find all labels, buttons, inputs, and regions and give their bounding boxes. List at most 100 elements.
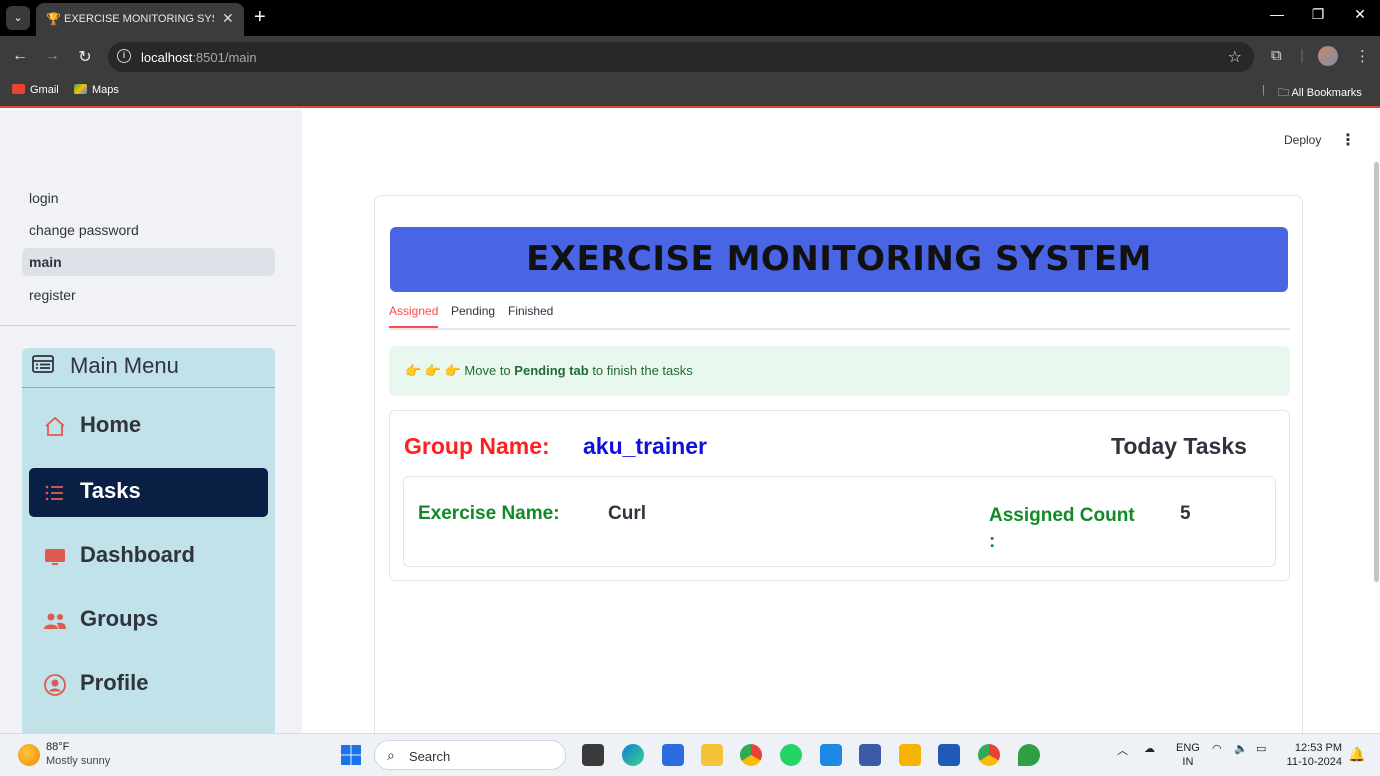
- scrollbar[interactable]: [1374, 162, 1379, 582]
- sidebar-page-main[interactable]: main: [22, 248, 275, 276]
- back-icon[interactable]: ←: [10, 47, 30, 65]
- onedrive-icon[interactable]: ☁: [1144, 742, 1155, 755]
- url-input[interactable]: i localhost:8501/main ☆: [108, 42, 1254, 72]
- menu-item-label: Home: [80, 412, 142, 437]
- monitor-icon: [45, 549, 65, 565]
- title-banner: EXERCISE MONITORING SYSTEM: [390, 227, 1288, 292]
- chrome-icon[interactable]: [740, 744, 762, 766]
- site-info-icon[interactable]: i: [117, 49, 131, 63]
- sidebar-page-change-password[interactable]: change password: [22, 216, 275, 244]
- edge-browser-icon[interactable]: [622, 744, 644, 766]
- os-taskbar: 88°F Mostly sunny ⌕ Search ︿ ☁ ENG IN ◠ …: [0, 733, 1380, 776]
- notification-bell-icon[interactable]: 🔔: [1348, 746, 1365, 763]
- new-tab-icon[interactable]: +: [254, 6, 266, 28]
- taskbar-search-input[interactable]: ⌕ Search: [374, 740, 566, 770]
- language-indicator[interactable]: ENG IN: [1176, 741, 1200, 769]
- notice-bold: Pending tab: [514, 363, 589, 378]
- profile-avatar[interactable]: [1318, 46, 1338, 66]
- tab-pending[interactable]: Pending: [451, 304, 495, 326]
- notice-suffix: to finish the tasks: [592, 363, 693, 378]
- clock-time: 12:53 PM: [1294, 742, 1342, 754]
- menu-item-profile[interactable]: Profile: [29, 660, 268, 709]
- bookmarks-divider: |: [1262, 84, 1265, 96]
- bookmark-gmail[interactable]: Gmail: [12, 84, 59, 96]
- forward-icon[interactable]: →: [42, 47, 62, 65]
- close-window-icon[interactable]: ✕: [1345, 6, 1375, 23]
- user-circle-icon: [44, 674, 66, 696]
- favicon-icon: 🏆: [46, 12, 61, 26]
- lang-code: ENG: [1176, 742, 1200, 754]
- volume-icon[interactable]: 🔈: [1234, 742, 1248, 755]
- people-icon: [44, 613, 66, 629]
- all-bookmarks[interactable]: 🗀 All Bookmarks: [1278, 84, 1362, 103]
- battery-icon[interactable]: ▭: [1256, 742, 1266, 755]
- tab-finished[interactable]: Finished: [508, 304, 553, 326]
- weather-condition: Mostly sunny: [46, 755, 111, 767]
- today-tasks-heading: Today Tasks: [1111, 433, 1247, 459]
- tab-bar: Assigned Pending Finished: [389, 301, 1290, 330]
- tab-assigned[interactable]: Assigned: [389, 304, 439, 328]
- file-explorer-dark-icon[interactable]: [582, 744, 604, 766]
- windows-start-icon[interactable]: [340, 744, 362, 766]
- restore-icon[interactable]: ❐: [1303, 6, 1333, 23]
- group-name-value: aku_trainer: [583, 433, 708, 459]
- pointing-hand-icons: 👉 👉 👉: [405, 363, 461, 378]
- powerbi-icon[interactable]: [899, 744, 921, 766]
- main-menu-header: Main Menu: [22, 348, 275, 388]
- menu-item-label: Dashboard: [80, 542, 195, 567]
- chrome-profile-icon[interactable]: [978, 744, 1000, 766]
- address-bar-row: ← → ↻ i localhost:8501/main ☆ ⧉ | ⋮: [0, 36, 1380, 78]
- extensions-icon[interactable]: ⧉: [1271, 47, 1282, 64]
- maps-icon: [74, 84, 87, 94]
- info-notice: 👉 👉 👉 Move to Pending tab to finish the …: [389, 346, 1290, 396]
- minimize-icon[interactable]: —: [1262, 6, 1292, 22]
- browser-tab[interactable]: 🏆 EXERCISE MONITORING SYSTEM ✕: [36, 3, 244, 36]
- search-placeholder: Search: [409, 749, 451, 764]
- system-clock[interactable]: 12:53 PM 11-10-2024: [1284, 741, 1342, 769]
- all-bookmarks-label: All Bookmarks: [1291, 87, 1362, 99]
- content-card: EXERCISE MONITORING SYSTEM Assigned Pend…: [374, 195, 1303, 755]
- folder-icon: 🗀: [1278, 87, 1292, 99]
- weather-temperature: 88°F: [46, 741, 70, 753]
- word-icon[interactable]: [938, 744, 960, 766]
- search-icon: ⌕: [387, 747, 395, 763]
- wifi-icon[interactable]: ◠: [1212, 742, 1222, 755]
- tray-chevron-icon[interactable]: ︿: [1117, 742, 1128, 758]
- mysql-icon[interactable]: [859, 744, 881, 766]
- menu-item-label: Profile: [80, 670, 149, 695]
- list-icon: [45, 485, 63, 501]
- vscode-icon[interactable]: [820, 744, 842, 766]
- bookmarks-bar: Gmail Maps | 🗀 All Bookmarks: [0, 78, 1380, 108]
- store-icon[interactable]: [662, 744, 684, 766]
- menu-item-home[interactable]: Home: [29, 402, 268, 451]
- sidebar: login change password main register Main…: [0, 110, 302, 733]
- whatsapp-icon[interactable]: [780, 744, 802, 766]
- sidebar-divider: [0, 325, 297, 326]
- tab-search-chevron-icon[interactable]: ⌄: [6, 6, 30, 30]
- app-menu-icon[interactable]: ⋮: [1340, 130, 1356, 150]
- bookmark-star-icon[interactable]: ☆: [1228, 47, 1242, 67]
- sidebar-page-register[interactable]: register: [22, 281, 275, 309]
- bookmark-gmail-label: Gmail: [30, 84, 59, 96]
- folder-app-icon[interactable]: [701, 744, 723, 766]
- sidebar-page-login[interactable]: login: [22, 184, 275, 212]
- bookmark-maps[interactable]: Maps: [74, 84, 119, 96]
- bookmark-maps-label: Maps: [92, 84, 119, 96]
- main-menu: Main Menu Home Tasks Dashboard Groups Pr…: [22, 348, 275, 733]
- close-tab-icon[interactable]: ✕: [222, 10, 234, 27]
- mongodb-icon[interactable]: [1018, 744, 1040, 766]
- toolbar-divider: |: [1300, 47, 1304, 64]
- reload-icon[interactable]: ↻: [75, 47, 95, 67]
- browser-menu-icon[interactable]: ⋮: [1355, 47, 1370, 65]
- menu-item-groups[interactable]: Groups: [29, 596, 268, 645]
- weather-sun-icon[interactable]: [18, 744, 40, 766]
- assigned-count-label: Assigned Count :: [989, 505, 1135, 552]
- home-icon: [45, 416, 65, 436]
- group-name-label: Group Name:: [404, 433, 550, 459]
- menu-item-tasks[interactable]: Tasks: [29, 468, 268, 517]
- region-code: IN: [1182, 756, 1194, 768]
- main-menu-title: Main Menu: [70, 353, 179, 378]
- clock-date: 11-10-2024: [1286, 756, 1342, 768]
- deploy-button[interactable]: Deploy: [1284, 133, 1321, 147]
- menu-item-dashboard[interactable]: Dashboard: [29, 532, 268, 581]
